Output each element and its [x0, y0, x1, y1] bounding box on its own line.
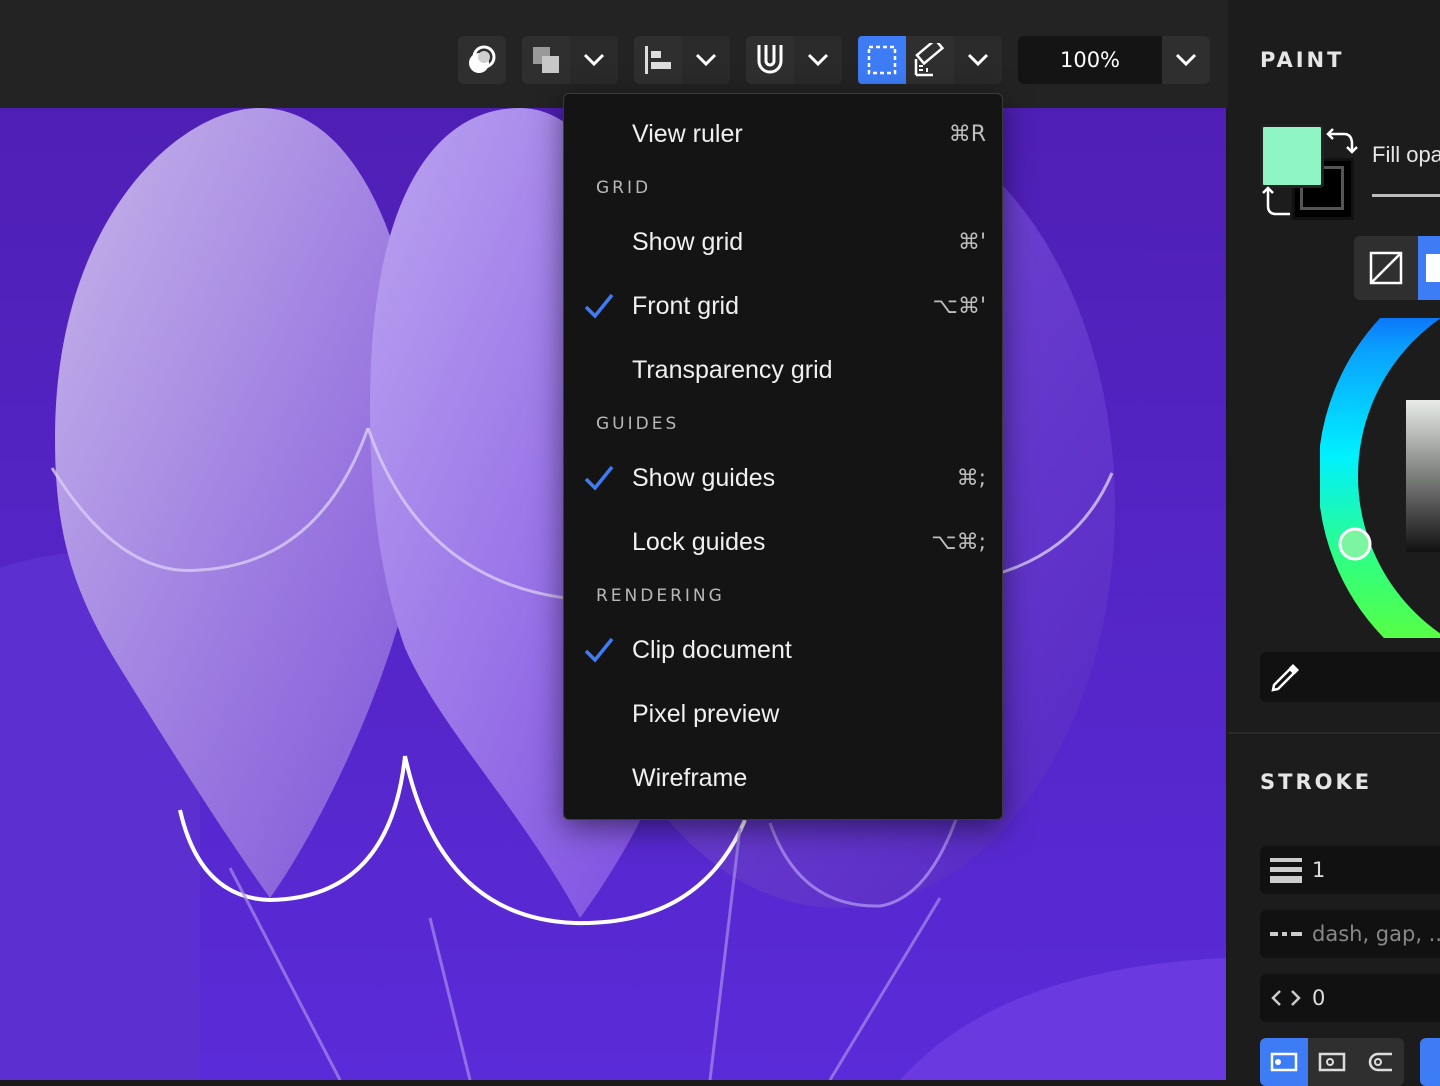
fill-swatch[interactable] — [1260, 124, 1324, 188]
menu-item-wireframe[interactable]: Wireframe — [564, 750, 1002, 806]
menu-item-shortcut: ⌘; — [956, 465, 986, 491]
menu-item-front-grid[interactable]: Front grid ⌥⌘' — [564, 278, 1002, 334]
line-cap-group — [1260, 1038, 1404, 1086]
no-paint-icon — [1369, 251, 1403, 285]
menu-item-label: Show grid — [632, 227, 744, 256]
top-toolbar: 100% — [0, 0, 1440, 108]
align-icon — [645, 46, 671, 74]
snap-group — [746, 36, 842, 84]
stroke-width-field: 1 — [1260, 846, 1440, 894]
offset-icon — [1260, 988, 1312, 1008]
chevron-down-icon — [583, 53, 605, 67]
flat-paint-button[interactable] — [1418, 236, 1440, 300]
arrange-button[interactable] — [522, 36, 570, 84]
menu-item-show-grid[interactable]: Show grid ⌘' — [564, 214, 1002, 270]
reset-colors-icon[interactable] — [1262, 184, 1292, 218]
view-dropdown[interactable] — [954, 36, 1002, 84]
menu-item-shortcut: ⌥⌘; — [931, 529, 986, 555]
selection-view-button[interactable] — [858, 36, 906, 84]
menu-item-label: Pixel preview — [632, 699, 780, 728]
menu-item-label: Clip document — [632, 635, 792, 664]
menu-item-label: Wireframe — [632, 763, 748, 792]
boolean-ops-button[interactable] — [458, 36, 506, 84]
stroke-section-title: STROKE — [1260, 770, 1373, 794]
menu-item-label: Transparency grid — [632, 355, 833, 384]
snap-button[interactable] — [746, 36, 794, 84]
paint-section-title: PAINT — [1260, 48, 1345, 72]
align-button[interactable] — [634, 36, 682, 84]
view-options-menu: View ruler ⌘R GRID Show grid ⌘' Front gr… — [563, 93, 1003, 820]
boolean-icon — [458, 36, 506, 84]
eyedropper-field — [1260, 652, 1440, 702]
square-cap-button[interactable] — [1308, 1038, 1356, 1086]
dash-input[interactable]: dash, gap, ... — [1312, 922, 1440, 946]
hue-handle[interactable] — [1338, 527, 1372, 561]
selection-icon — [867, 45, 897, 75]
dash-field: dash, gap, ... — [1260, 910, 1440, 958]
butt-cap-icon — [1270, 1052, 1298, 1072]
butt-cap-button[interactable] — [1260, 1038, 1308, 1086]
menu-item-shortcut: ⌘' — [957, 229, 986, 255]
snap-dropdown[interactable] — [794, 36, 842, 84]
eyedropper-button[interactable] — [1260, 660, 1312, 694]
fill-opacity-slider[interactable] — [1372, 194, 1440, 197]
paint-type-group — [1354, 236, 1440, 300]
swap-colors-icon[interactable] — [1324, 126, 1358, 156]
dash-offset-field: 0 — [1260, 974, 1440, 1022]
flat-paint-icon — [1426, 254, 1440, 282]
menu-item-label: Front grid — [632, 291, 739, 320]
menu-item-shortcut: ⌥⌘' — [932, 293, 986, 319]
menu-item-show-guides[interactable]: Show guides ⌘; — [564, 450, 1002, 506]
eyedropper-icon — [1271, 664, 1299, 692]
menu-item-transparency-grid[interactable]: Transparency grid — [564, 342, 1002, 398]
zoom-control: 100% — [1018, 36, 1210, 84]
snap-magnet-icon — [757, 45, 783, 74]
menu-item-clip-document[interactable]: Clip document — [564, 622, 1002, 678]
properties-panel: PAINT Fill opa STROKE 1 dash, gap, ... 0 — [1228, 0, 1440, 1086]
checkmark-icon — [584, 465, 614, 491]
menu-item-shortcut: ⌘R — [948, 121, 986, 147]
stroke-width-icon — [1260, 856, 1312, 884]
chevron-down-icon — [967, 53, 989, 67]
dash-offset-input[interactable]: 0 — [1312, 986, 1325, 1010]
fill-opacity-label: Fill opa — [1372, 142, 1440, 167]
ruler-view-button[interactable] — [906, 36, 954, 84]
section-divider — [1228, 732, 1440, 734]
square-cap-icon — [1318, 1052, 1346, 1072]
line-join-button[interactable] — [1420, 1038, 1440, 1086]
menu-item-lock-guides[interactable]: Lock guides ⌥⌘; — [564, 514, 1002, 570]
menu-item-label: View ruler — [632, 119, 743, 148]
view-group — [858, 36, 1002, 84]
dash-icon — [1260, 929, 1312, 939]
menu-item-view-ruler[interactable]: View ruler ⌘R — [564, 106, 1002, 162]
chevron-down-icon — [695, 53, 717, 67]
chevron-down-icon — [1175, 53, 1197, 67]
menu-item-label: Show guides — [632, 463, 776, 492]
arrange-dropdown[interactable] — [570, 36, 618, 84]
align-group — [634, 36, 730, 84]
menu-item-label: Lock guides — [632, 527, 766, 556]
menu-item-pixel-preview[interactable]: Pixel preview — [564, 686, 1002, 742]
chevron-down-icon — [807, 53, 829, 67]
stroke-width-input[interactable]: 1 — [1312, 858, 1325, 882]
zoom-input[interactable]: 100% — [1018, 36, 1162, 84]
checkmark-icon — [584, 293, 614, 319]
round-cap-icon — [1368, 1052, 1392, 1072]
ruler-icon — [914, 43, 945, 77]
checkmark-icon — [584, 637, 614, 663]
menu-section-guides: GUIDES — [596, 414, 680, 434]
menu-section-rendering: RENDERING — [596, 586, 725, 606]
arrange-group — [522, 36, 618, 84]
arrange-icon — [533, 47, 559, 73]
menu-section-grid: GRID — [596, 178, 652, 198]
round-cap-button[interactable] — [1356, 1038, 1404, 1086]
no-paint-button[interactable] — [1354, 236, 1418, 300]
align-dropdown[interactable] — [682, 36, 730, 84]
color-wheel[interactable] — [1320, 318, 1440, 638]
zoom-dropdown[interactable] — [1162, 36, 1210, 84]
